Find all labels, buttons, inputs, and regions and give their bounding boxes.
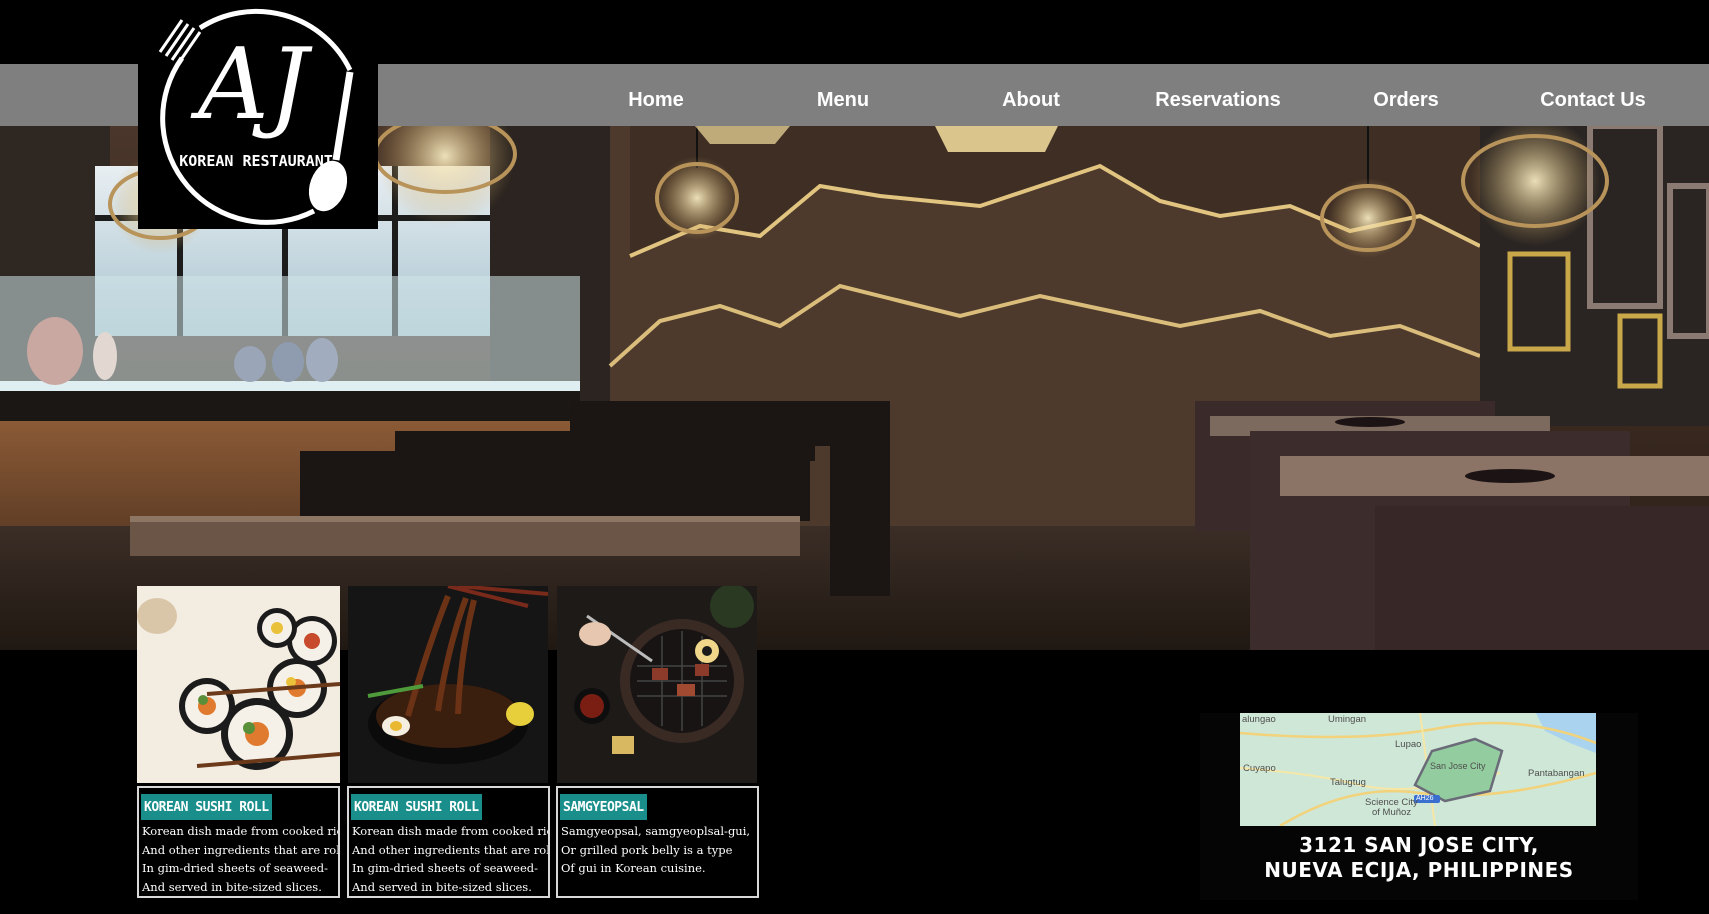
jajangmyeon-image [348,586,548,783]
map-label: Lupao [1395,739,1422,750]
dish-card-caption: KOREAN SUSHI ROLL Korean dish made from … [347,786,550,898]
dish-card-caption: KOREAN SUSHI ROLL Korean dish made from … [137,786,340,898]
dish-description-line: In gim-dried sheets of seaweed- [142,861,328,875]
kimbap-image [137,586,340,783]
page: Home Menu About Reservations Orders Cont… [0,0,1709,914]
nav-reservations-link[interactable]: Reservations [1128,64,1308,126]
dish-description-line: Korean dish made from cooked rice [142,824,340,838]
dish-description: Korean dish made from cooked rice And ot… [352,822,548,896]
dish-description-line: And served in bite-sized slices. [142,879,322,894]
samgyeopsal-image [557,586,757,783]
aj-logo-emblem: AJ KOREAN RESTAURANT [138,0,378,229]
nav-contact-us-link[interactable]: Contact Us [1503,64,1683,126]
jajangmyeon-photo[interactable] [348,586,548,783]
map-label: San Jose City [1430,761,1486,771]
nav-orders-link[interactable]: Orders [1316,64,1496,126]
dish-description: Korean dish made from cooked rice And ot… [142,822,338,896]
nav-about-link[interactable]: About [941,64,1121,126]
nav-home-link[interactable]: Home [566,64,746,126]
dish-cards: KOREAN SUSHI ROLL Korean dish made from … [137,586,762,902]
map-label: of Muñoz [1372,807,1412,818]
dish-description-line: Of gui in Korean cuisine. [561,861,706,875]
location-panel: alungao Umingan Lupao Cuyapo San Jose Ci… [1200,713,1638,900]
address-line: 3121 SAN JOSE CITY, [1299,833,1539,857]
dish-title: SAMGYEOPSAL [560,794,647,820]
dish-title: KOREAN SUSHI ROLL [141,794,272,820]
map-label: Umingan [1328,714,1367,725]
restaurant-logo[interactable]: AJ KOREAN RESTAURANT [138,0,378,229]
location-map[interactable]: alungao Umingan Lupao Cuyapo San Jose Ci… [1240,713,1596,826]
address-line: NUEVA ECIJA, PHILIPPINES [1264,858,1574,882]
map-label: Talugtug [1330,777,1366,788]
dish-description-line: And other ingredients that are rolled [352,842,550,857]
map-road-label: AH26 [1416,795,1434,802]
samgyeopsal-photo[interactable] [557,586,757,783]
dish-description-line: In gim-dried sheets of seaweed- [352,861,538,875]
map-label: Cuyapo [1243,763,1276,774]
map-label: alungao [1242,714,1276,725]
logo-tagline: KOREAN RESTAURANT [179,152,333,170]
dish-description-line: And served in bite-sized slices. [352,879,532,894]
dish-description-line: Or grilled pork belly is a type [561,842,733,857]
nav-menu-link[interactable]: Menu [753,64,933,126]
dish-description-line: Korean dish made from cooked rice [352,824,550,838]
map-label: Pantabangan [1528,768,1585,779]
dish-description-line: Samgyeopsal, samgyeoplsal-gui, [561,824,751,838]
dish-description-line: And other ingredients that are rolled [142,842,340,857]
kimbap-photo[interactable] [137,586,340,783]
logo-initials: AJ [190,28,313,142]
dish-card-caption: SAMGYEOPSAL Samgyeopsal, samgyeoplsal-gu… [556,786,759,898]
dish-description: Samgyeopsal, samgyeoplsal-gui, Or grille… [561,822,757,878]
dish-title: KOREAN SUSHI ROLL [351,794,482,820]
